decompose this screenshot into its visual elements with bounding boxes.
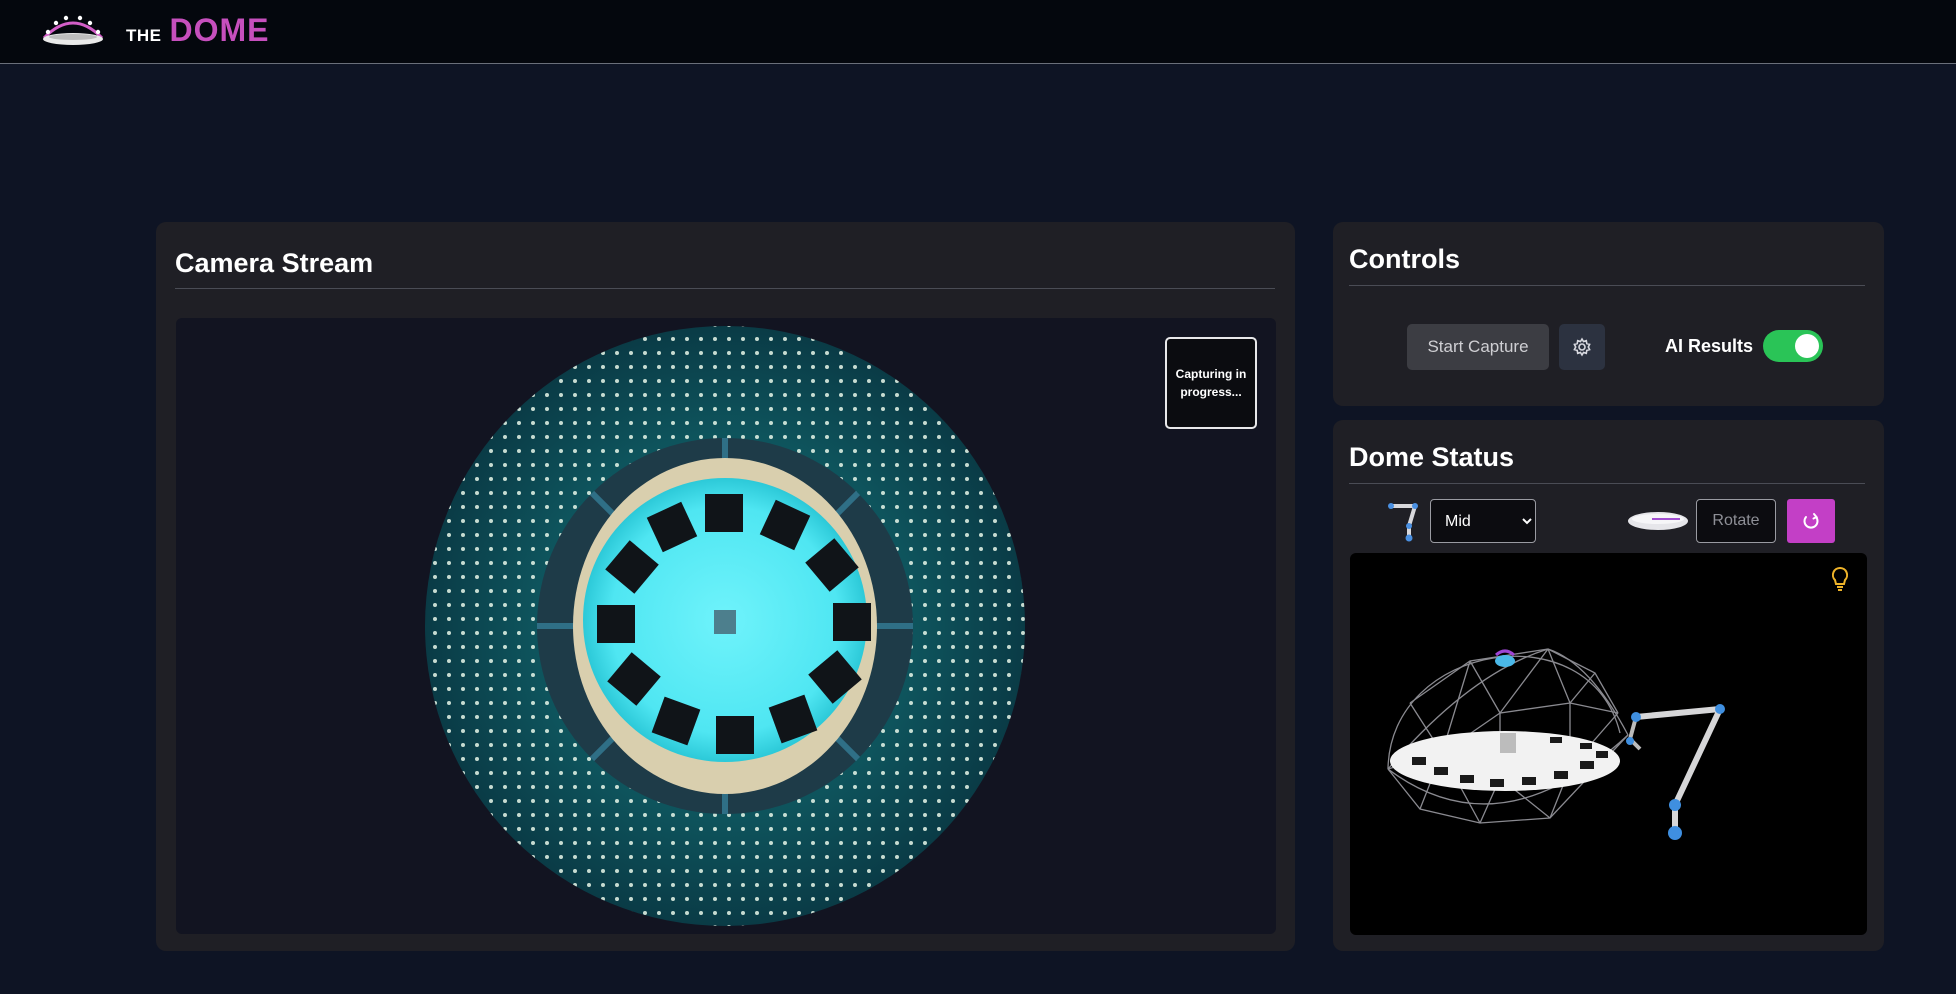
rotate-button[interactable]: Rotate [1696, 499, 1776, 543]
toggle-knob [1795, 334, 1819, 358]
brand-name: DOME [169, 12, 270, 48]
arm-position-select[interactable]: Mid [1430, 499, 1536, 543]
robot-arm-icon [1388, 503, 1418, 542]
start-capture-button[interactable]: Start Capture [1407, 324, 1549, 370]
reset-icon [1803, 513, 1819, 529]
gear-icon [1573, 337, 1591, 357]
brand-prefix: THE [126, 26, 162, 45]
controls-divider [1349, 285, 1865, 286]
camera-feed[interactable]: Capturing in progress... [176, 318, 1276, 934]
dome-status-title: Dome Status [1349, 442, 1515, 472]
camera-stream-panel: Camera Stream Capturing in progress... [156, 222, 1295, 951]
controls-panel: Controls Start Capture AI Results [1333, 222, 1884, 406]
capture-settings-button[interactable] [1559, 324, 1605, 370]
ai-results-label: AI Results [1665, 336, 1754, 356]
dome-status-divider [1349, 483, 1865, 484]
ai-results-toggle[interactable] [1763, 330, 1823, 362]
brand[interactable]: THE DOME [126, 12, 270, 49]
camera-stream-title: Camera Stream [175, 248, 374, 278]
camera-frame-image [425, 326, 1025, 926]
camera-divider [175, 288, 1275, 289]
controls-title: Controls [1349, 244, 1460, 274]
dome-3d-viewport[interactable] [1350, 553, 1867, 935]
capture-status-badge: Capturing in progress... [1165, 337, 1257, 429]
dome-status-panel: Dome Status Mid Rotate [1333, 420, 1884, 951]
dome-3d-model [1387, 648, 1725, 840]
reset-view-button[interactable] [1787, 499, 1835, 543]
top-bar: THE DOME [0, 0, 1956, 64]
turntable-icon [1628, 512, 1688, 530]
dome-logo-icon [42, 15, 104, 45]
